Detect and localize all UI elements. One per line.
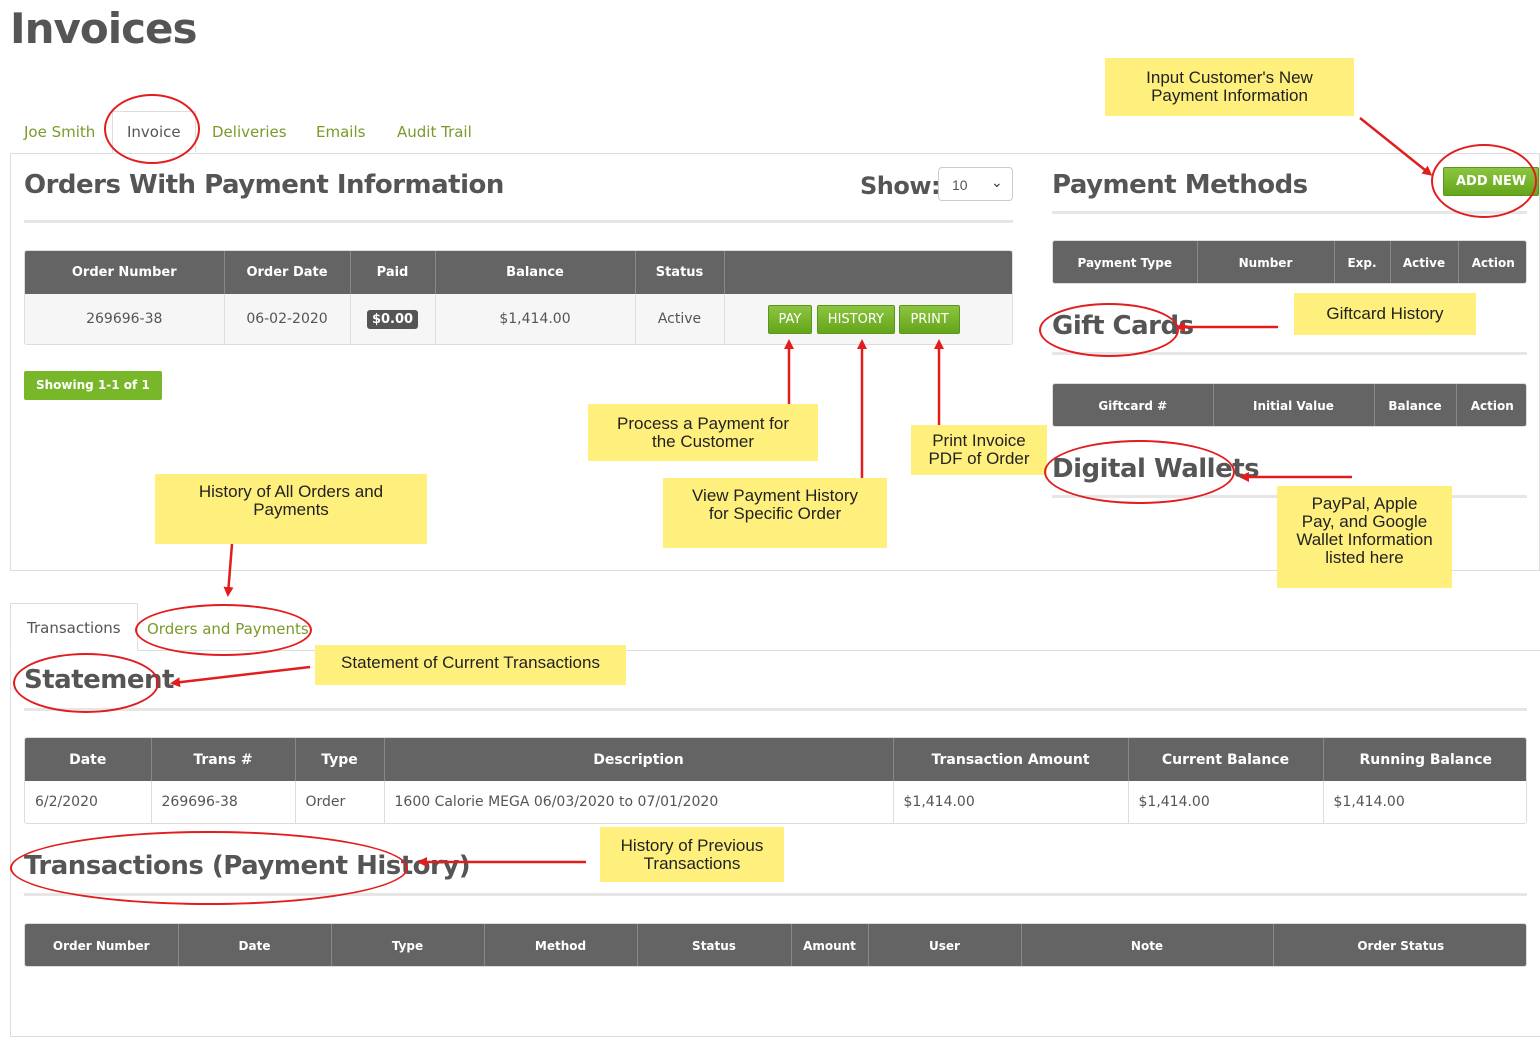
annotation-arrows — [170, 117, 1433, 867]
arrow — [223, 543, 234, 597]
arrow — [170, 665, 311, 688]
arrow — [1359, 117, 1433, 176]
